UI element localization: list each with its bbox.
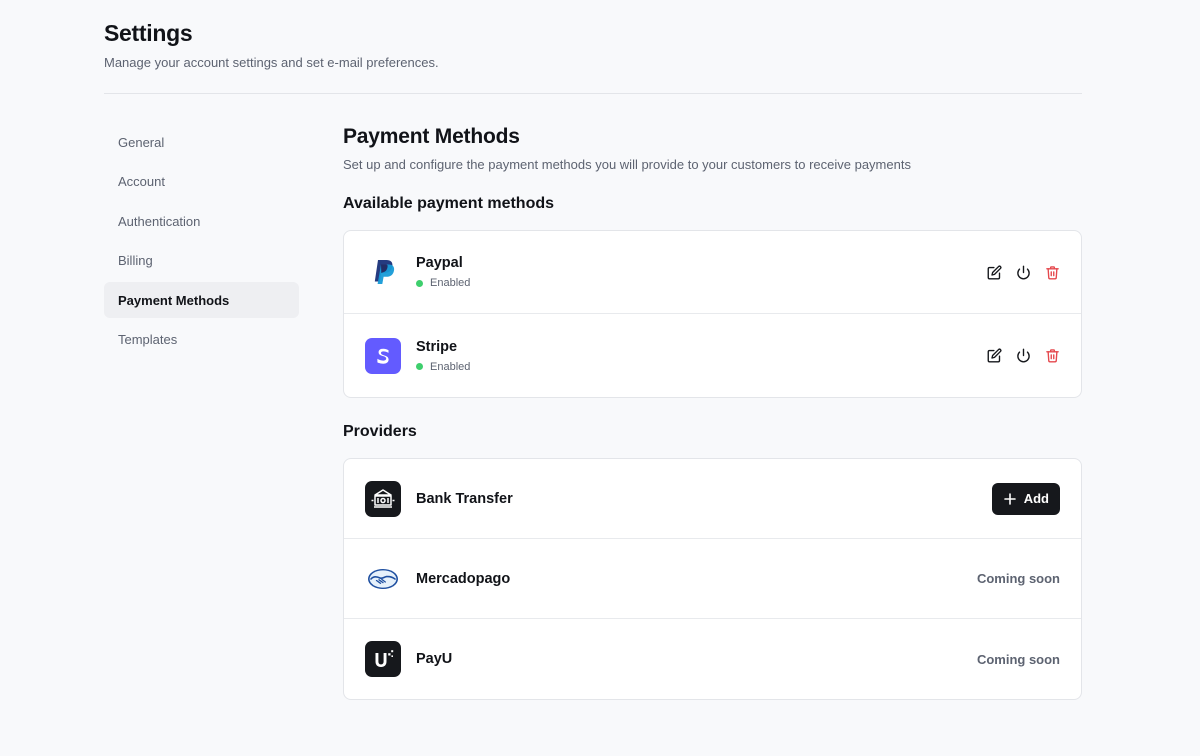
section-description: Set up and configure the payment methods… (343, 157, 911, 172)
sidebar-item-label: General (118, 134, 165, 150)
provider-name: PayU (416, 651, 453, 667)
sidebar-item-payment-methods[interactable]: Payment Methods (104, 282, 299, 318)
payu-logo-icon (365, 641, 401, 677)
add-button-label: Add (1023, 491, 1049, 506)
sidebar-item-billing[interactable]: Billing (104, 243, 299, 279)
provider-row-payu: PayU Coming soon (344, 619, 1081, 699)
coming-soon-label: Coming soon (976, 571, 1060, 586)
sidebar-item-account[interactable]: Account (104, 164, 299, 200)
provider-row-bank-transfer: Bank Transfer Add (344, 459, 1081, 539)
bank-logo-icon (365, 480, 401, 517)
paypal-logo-icon (365, 254, 401, 290)
section-heading: Payment Methods (343, 125, 520, 148)
trash-icon[interactable] (1044, 348, 1060, 364)
available-methods-card: Paypal Enabled Stripe Enabled (343, 230, 1082, 398)
status-dot-icon (416, 279, 423, 287)
page-header: Settings Manage your account settings an… (104, 0, 1082, 94)
providers-card: Bank Transfer Add Mercadopago Coming soo… (343, 458, 1082, 700)
status-badge: Enabled (416, 277, 986, 289)
sidebar-item-label: Payment Methods (118, 292, 230, 308)
sidebar-item-authentication[interactable]: Authentication (104, 203, 299, 239)
add-provider-button[interactable]: Add (991, 482, 1060, 515)
sidebar-item-label: Authentication (118, 213, 201, 229)
sidebar-item-general[interactable]: General (104, 124, 299, 160)
plus-icon (1003, 492, 1016, 505)
status-badge: Enabled (416, 361, 986, 373)
edit-icon[interactable] (986, 264, 1002, 280)
available-methods-title: Available payment methods (343, 195, 555, 212)
page-subtitle: Manage your account settings and set e-m… (104, 55, 439, 70)
stripe-logo-icon (365, 337, 401, 374)
power-icon[interactable] (1015, 348, 1031, 364)
page-title: Settings (104, 20, 193, 46)
sidebar-item-label: Templates (118, 332, 178, 347)
status-text: Enabled (430, 277, 471, 289)
mercadopago-logo-icon (365, 561, 401, 597)
provider-name: Bank Transfer (416, 490, 513, 507)
edit-icon[interactable] (986, 348, 1002, 364)
providers-title: Providers (343, 423, 417, 440)
provider-row-mercadopago: Mercadopago Coming soon (344, 539, 1081, 619)
payment-method-row-stripe: Stripe Enabled (344, 314, 1081, 397)
settings-sidebar: General Account Authentication Billing P… (104, 124, 299, 700)
provider-name: Mercadopago (416, 570, 511, 587)
status-text: Enabled (430, 360, 471, 373)
power-icon[interactable] (1015, 264, 1031, 280)
payment-method-name: Stripe (416, 338, 458, 355)
sidebar-item-label: Billing (118, 253, 153, 268)
sidebar-item-label: Account (118, 174, 165, 189)
payment-method-name: Paypal (416, 255, 463, 271)
payment-methods-panel: Payment Methods Set up and configure the… (343, 124, 1082, 700)
trash-icon[interactable] (1044, 264, 1060, 280)
payment-method-row-paypal: Paypal Enabled (344, 231, 1081, 314)
sidebar-item-templates[interactable]: Templates (104, 322, 299, 358)
coming-soon-label: Coming soon (976, 651, 1060, 667)
settings-page: Settings Manage your account settings an… (104, 0, 1082, 700)
status-dot-icon (416, 363, 423, 370)
